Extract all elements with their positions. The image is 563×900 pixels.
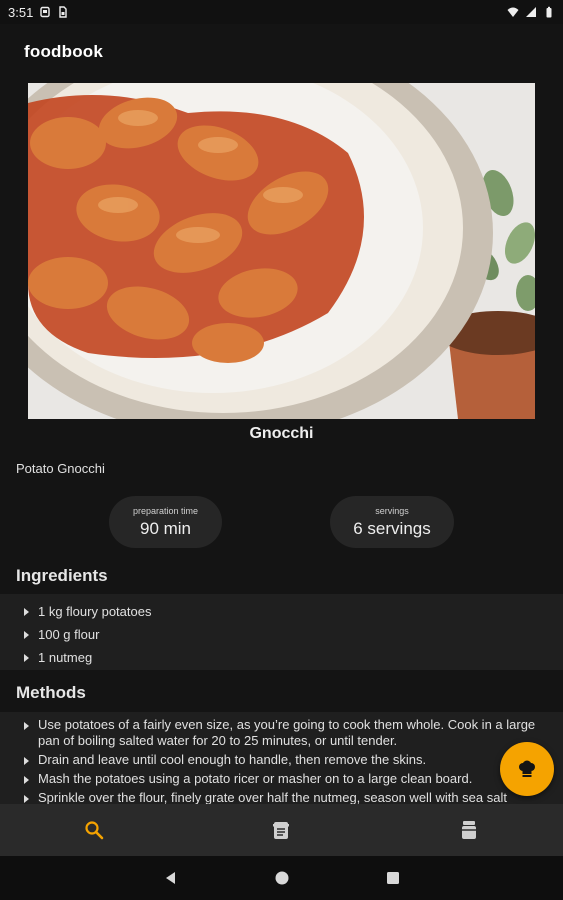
- recipe-subtitle: Potato Gnocchi: [16, 461, 105, 476]
- methods-list: Use potatoes of a fairly even size, as y…: [0, 712, 563, 804]
- home-icon[interactable]: [274, 870, 290, 886]
- bullet-arrow-icon: [24, 776, 29, 784]
- list-item: 100 g flour: [0, 623, 563, 646]
- servings-value: 6 servings: [353, 518, 431, 538]
- cook-mode-button[interactable]: [500, 742, 554, 796]
- recipe-detail[interactable]: Gnocchi Potato Gnocchi preparation time …: [0, 80, 563, 804]
- ingredients-list: 1 kg floury potatoes 100 g flour 1 nutme…: [0, 594, 563, 670]
- prep-time-label: preparation time: [132, 505, 199, 516]
- back-icon[interactable]: [163, 870, 179, 886]
- cellular-icon: [526, 7, 536, 17]
- app-logo: foodbook: [24, 42, 104, 61]
- bottom-navigation: [0, 804, 563, 856]
- pantry-jar-icon: [462, 821, 477, 839]
- recipe-book-icon: [273, 822, 290, 839]
- servings-chip: servings 6 servings: [330, 496, 454, 548]
- status-bar: 3:51: [0, 0, 563, 24]
- nav-recipes[interactable]: [251, 810, 311, 850]
- nav-search[interactable]: [64, 810, 124, 850]
- methods-heading: Methods: [16, 683, 86, 702]
- app-bar: foodbook: [0, 24, 563, 80]
- prep-time-chip: preparation time 90 min: [109, 496, 222, 548]
- chef-hat-icon: [519, 760, 535, 777]
- android-icon: [40, 6, 51, 18]
- list-item: Use potatoes of a fairly even size, as y…: [0, 717, 563, 749]
- recipe-title: Gnocchi: [249, 425, 314, 442]
- system-navigation-bar: [0, 856, 563, 900]
- bullet-arrow-icon: [24, 653, 29, 662]
- wifi-icon: [507, 7, 519, 17]
- list-item: Sprinkle over the flour, finely grate ov…: [0, 790, 563, 804]
- ingredients-heading: Ingredients: [16, 566, 108, 585]
- bullet-arrow-icon: [24, 722, 29, 730]
- search-icon: [85, 821, 104, 840]
- list-item: 1 nutmeg: [0, 646, 563, 669]
- sim-icon: [59, 6, 68, 18]
- nav-pantry[interactable]: [439, 810, 499, 850]
- servings-label: servings: [375, 505, 409, 516]
- recipe-image: [28, 83, 535, 419]
- list-item: Mash the potatoes using a potato ricer o…: [0, 771, 563, 787]
- list-item: 1 kg floury potatoes: [0, 600, 563, 623]
- bullet-arrow-icon: [24, 757, 29, 765]
- clock: 3:51: [8, 4, 34, 20]
- list-item: Drain and leave until cool enough to han…: [0, 752, 563, 768]
- recents-icon[interactable]: [385, 870, 401, 886]
- battery-icon: [546, 6, 552, 18]
- bullet-arrow-icon: [24, 795, 29, 803]
- bullet-arrow-icon: [24, 630, 29, 639]
- prep-time-value: 90 min: [139, 518, 192, 538]
- bullet-arrow-icon: [24, 607, 29, 616]
